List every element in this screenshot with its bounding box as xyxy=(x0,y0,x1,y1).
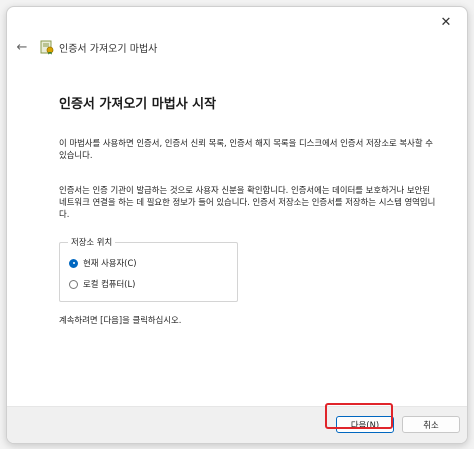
continue-instruction: 계속하려면 [다음]을 클릭하십시오. xyxy=(59,315,182,325)
wizard-header: ← 인증서 가져오기 마법사 xyxy=(13,37,157,57)
radio-local-machine[interactable]: 로컬 컴퓨터(L) xyxy=(69,278,135,290)
close-button[interactable]: ✕ xyxy=(431,11,461,33)
wizard-window: ✕ ← 인증서 가져오기 마법사 인증서 가져오기 마법사 시작 이 마법사를 … xyxy=(6,6,468,444)
radio-current-user[interactable]: 현재 사용자(C) xyxy=(69,257,137,269)
radio-button-checked[interactable] xyxy=(69,258,78,268)
page-title: 인증서 가져오기 마법사 시작 xyxy=(59,97,217,112)
intro-paragraph: 이 마법사를 사용하면 인증서, 인증서 신뢰 목록, 인증서 해지 목록을 디… xyxy=(59,138,433,160)
store-location-legend: 저장소 위치 xyxy=(68,236,116,248)
radio-local-machine-label: 로컬 컴퓨터(L) xyxy=(83,279,136,289)
description-paragraph: 인증서는 인증 기관이 발급하는 것으로 사용자 신분을 확인합니다. 인증서에… xyxy=(59,185,436,219)
certificate-icon xyxy=(40,40,54,55)
button-bar: 다음(N) 취소 xyxy=(7,406,467,443)
next-button[interactable]: 다음(N) xyxy=(336,416,394,433)
radio-button-unchecked[interactable] xyxy=(69,279,78,289)
cancel-button[interactable]: 취소 xyxy=(402,416,460,433)
radio-current-user-label: 현재 사용자(C) xyxy=(83,258,137,268)
wizard-name: 인증서 가져오기 마법사 xyxy=(59,43,158,55)
back-button[interactable]: ← xyxy=(13,40,31,55)
store-location-group: 저장소 위치 현재 사용자(C) 로컬 컴퓨터(L) xyxy=(59,236,238,302)
back-arrow-icon: ← xyxy=(16,39,28,55)
close-icon: ✕ xyxy=(440,14,452,30)
